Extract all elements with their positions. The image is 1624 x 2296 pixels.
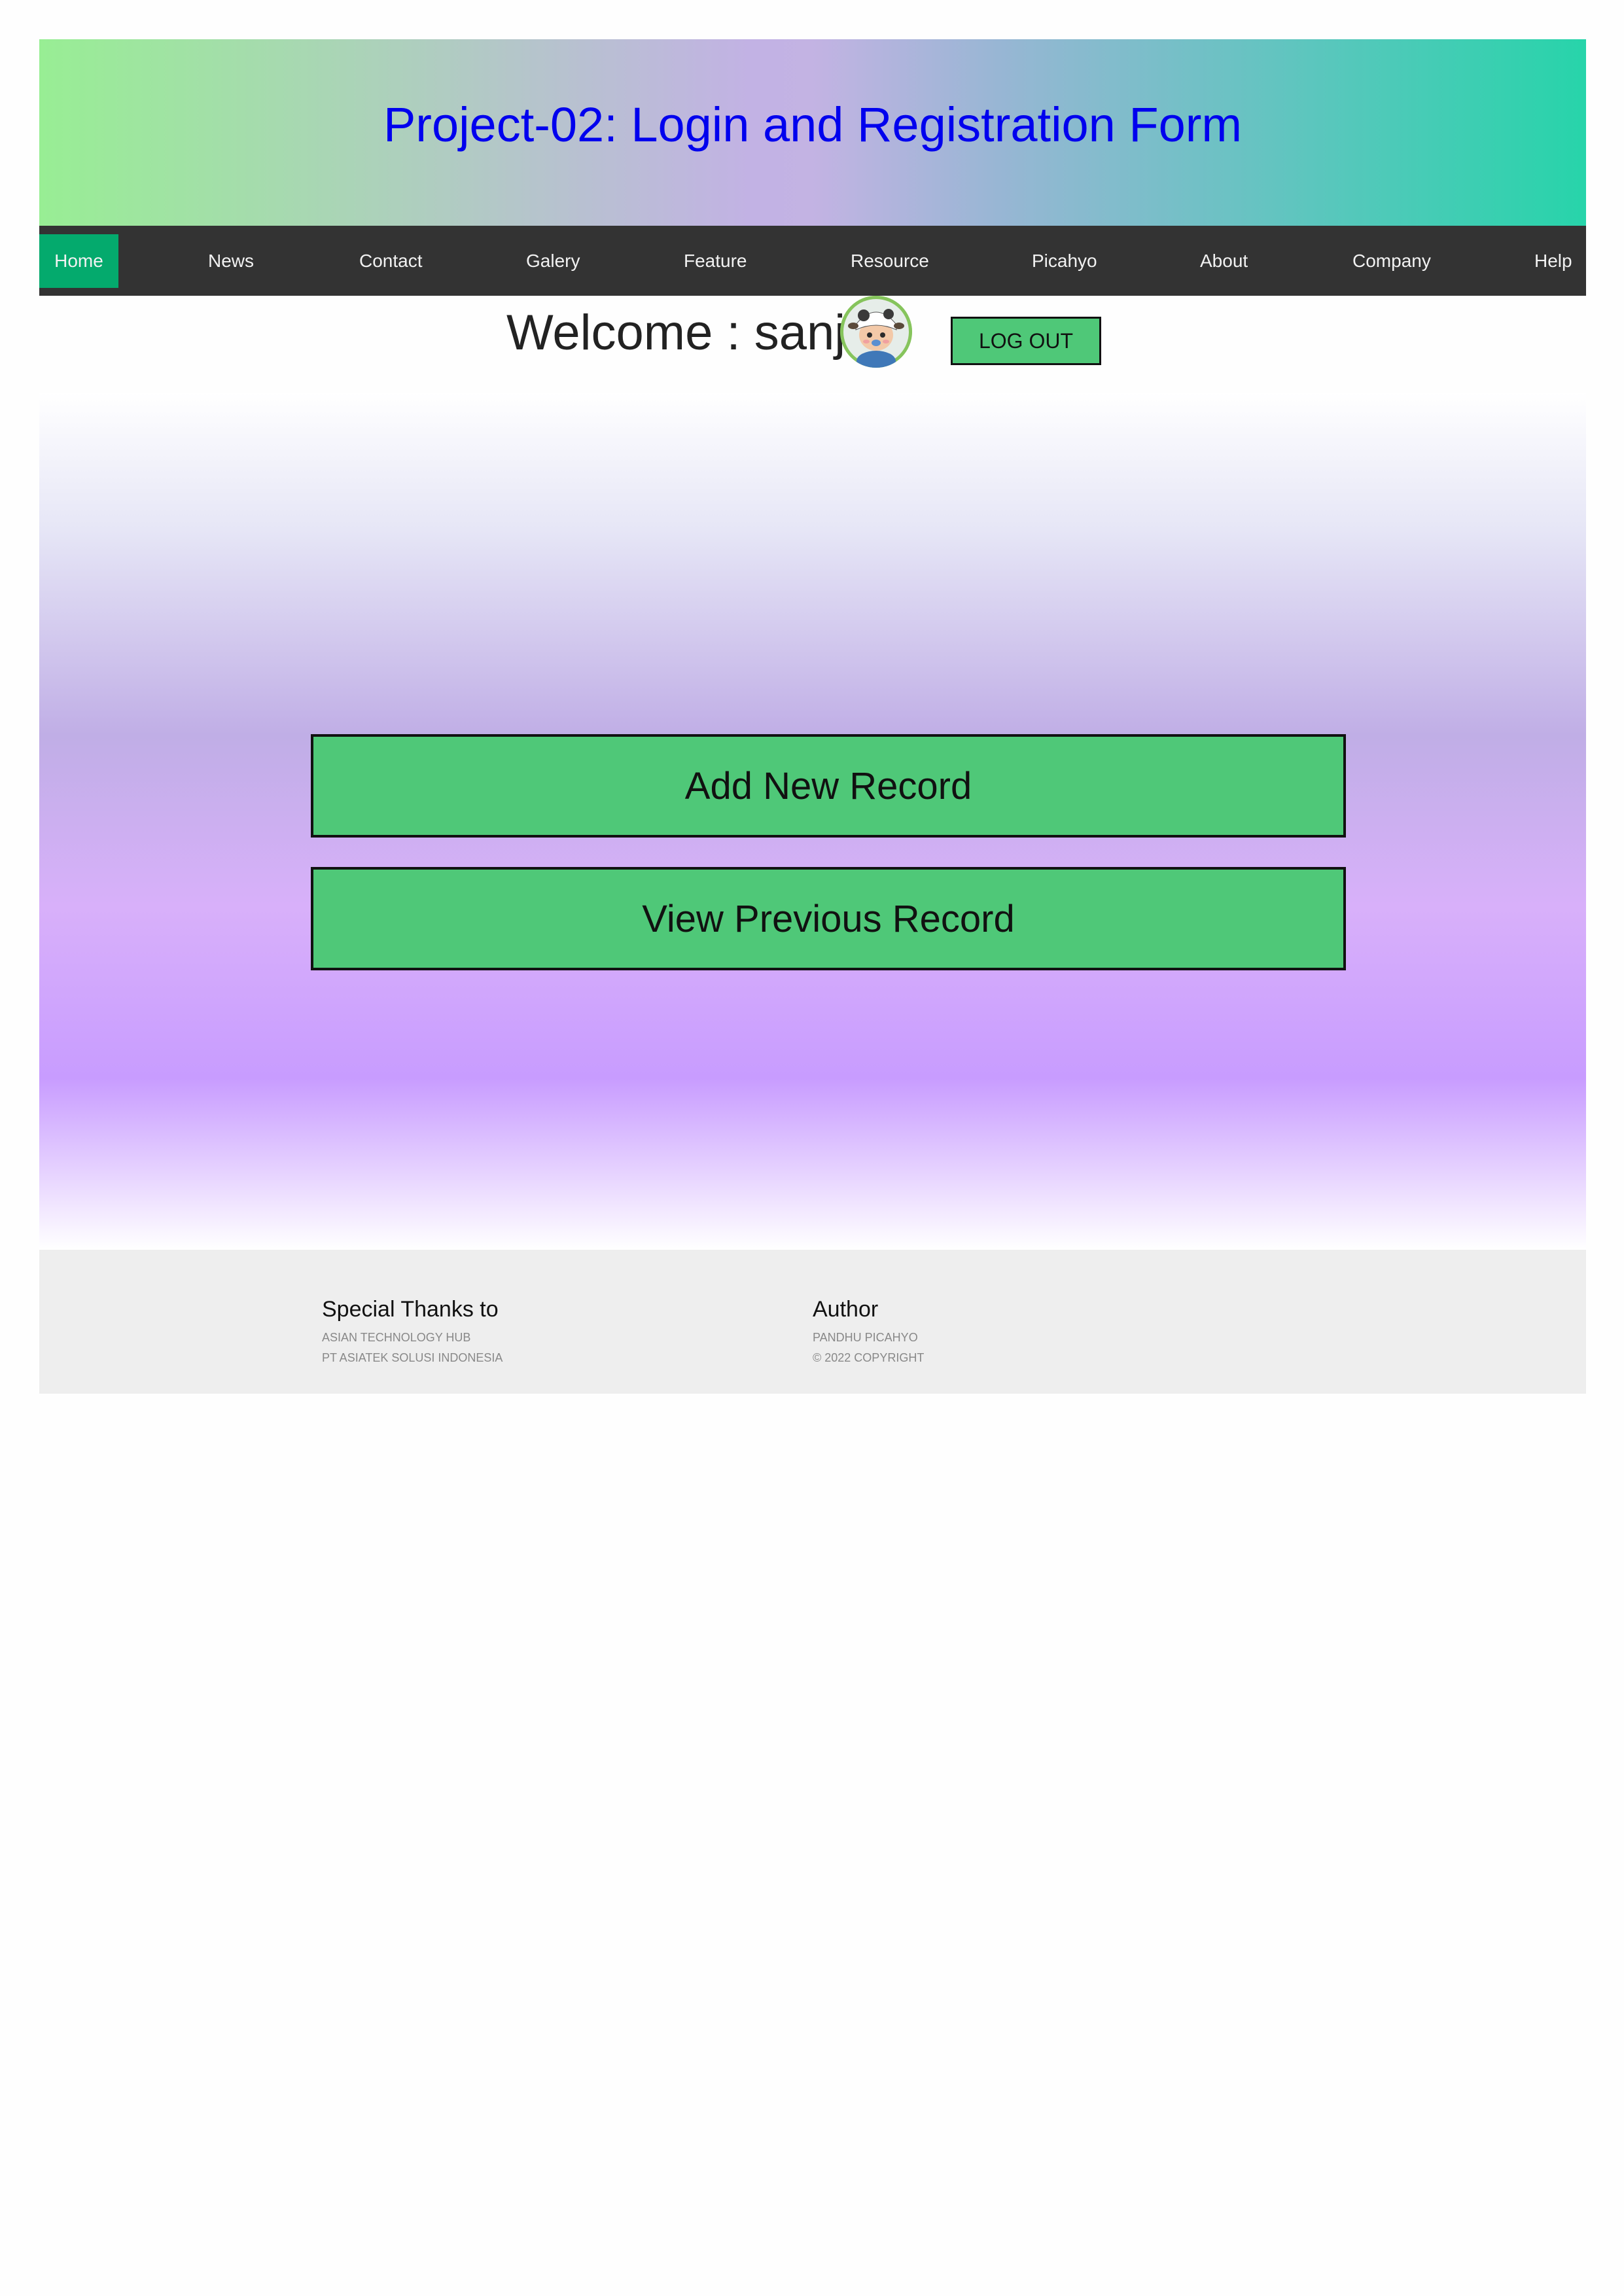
logout-button[interactable]: LOG OUT (951, 317, 1101, 365)
page-footer: Special Thanks to ASIAN TECHNOLOGY HUB P… (39, 1250, 1586, 1394)
footer-author-section: Author PANDHU PICAHYO © 2022 COPYRIGHT (813, 1297, 924, 1371)
footer-thanks-line: PT ASIATEK SOLUSI INDONESIA (322, 1351, 503, 1364)
page-title: Project-02: Login and Registration Form (383, 97, 1243, 152)
page: Project-02: Login and Registration Form … (39, 39, 1586, 1394)
main-content: Add New Record View Previous Record (39, 393, 1586, 1250)
nav-item-home[interactable]: Home (39, 234, 118, 288)
page-header: Project-02: Login and Registration Form (39, 39, 1586, 226)
footer-author-title: Author (813, 1297, 879, 1322)
footer-copyright: © 2022 COPYRIGHT (813, 1351, 925, 1364)
nav-item-contact[interactable]: Contact (359, 226, 423, 296)
nav-item-about[interactable]: About (1200, 226, 1248, 296)
footer-thanks-line: ASIAN TECHNOLOGY HUB (322, 1331, 471, 1344)
view-previous-record-button[interactable]: View Previous Record (311, 867, 1346, 970)
nav-item-help[interactable]: Help (1534, 226, 1572, 296)
nav-item-feature[interactable]: Feature (684, 226, 747, 296)
welcome-row: Welcome : sanji LOG OUT (39, 296, 1586, 393)
add-new-record-button[interactable]: Add New Record (311, 734, 1346, 838)
footer-thanks-title: Special Thanks to (322, 1297, 499, 1322)
top-nav: Home News Contact Galery Feature Resourc… (39, 226, 1586, 296)
nav-item-resource[interactable]: Resource (851, 226, 929, 296)
footer-thanks-section: Special Thanks to ASIAN TECHNOLOGY HUB P… (322, 1297, 503, 1371)
nav-item-company[interactable]: Company (1352, 226, 1431, 296)
avatar (840, 296, 912, 368)
welcome-text: Welcome : sanji (506, 305, 857, 361)
nav-item-galery[interactable]: Galery (526, 226, 580, 296)
nav-item-picahyo[interactable]: Picahyo (1032, 226, 1097, 296)
footer-author-name: PANDHU PICAHYO (813, 1331, 918, 1344)
nav-item-news[interactable]: News (208, 226, 254, 296)
avatar-character-icon (840, 296, 912, 368)
